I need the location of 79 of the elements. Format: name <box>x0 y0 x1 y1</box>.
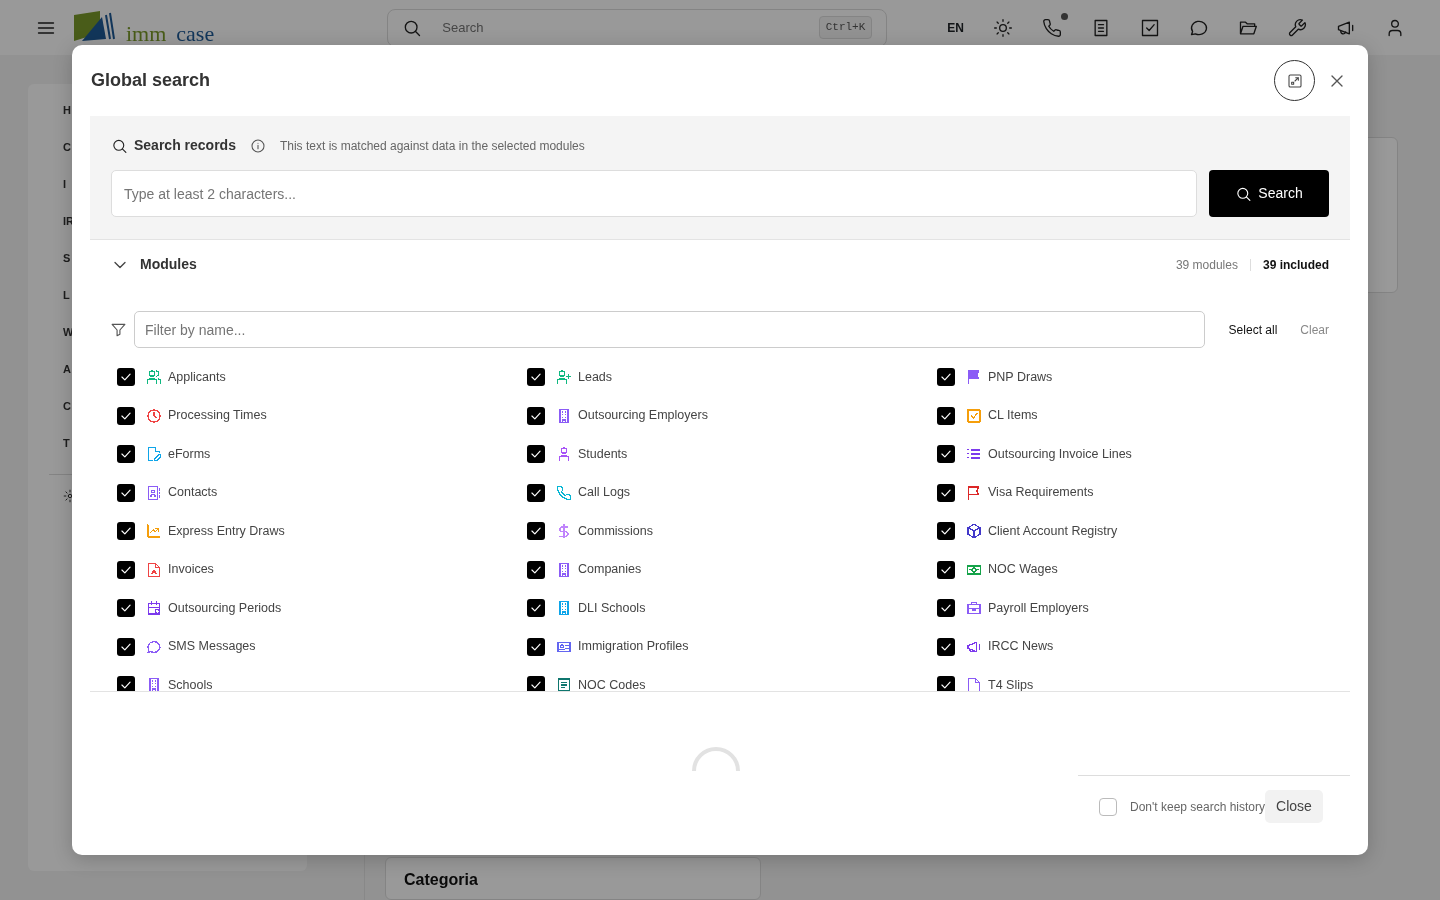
module-label[interactable]: Visa Requirements <box>988 483 1094 502</box>
dialog-title: Global search <box>91 69 211 92</box>
hint-text: This text is matched against data in the selected modules <box>279 137 585 155</box>
module-label[interactable]: T4 Slips <box>988 675 1034 691</box>
checkbox[interactable] <box>937 676 955 691</box>
checkbox[interactable] <box>117 406 135 425</box>
search-input[interactable]: Search <box>440 16 801 39</box>
checkbox[interactable] <box>527 483 545 502</box>
module-label[interactable]: Commissions <box>578 521 653 541</box>
checkbox[interactable] <box>117 483 135 502</box>
module-label[interactable]: NOC Codes <box>578 675 646 691</box>
module-label[interactable]: Schools <box>168 675 213 691</box>
checkbox[interactable] <box>1099 797 1117 816</box>
checkbox[interactable] <box>117 599 135 617</box>
language-button[interactable]: EN <box>947 18 964 37</box>
checkbox[interactable] <box>937 368 955 386</box>
section-label: Search records <box>134 136 236 155</box>
module-label[interactable]: Students <box>578 444 628 464</box>
module-label[interactable]: Invoices <box>168 560 214 579</box>
logo-text: imm <box>126 22 167 45</box>
checkbox[interactable] <box>117 445 135 463</box>
module-label[interactable]: Client Account Registry <box>988 521 1118 541</box>
search-button[interactable]: Search <box>1209 170 1329 217</box>
checkbox[interactable] <box>527 522 545 540</box>
checkbox[interactable] <box>117 560 135 579</box>
checkbox-label: Don't keep search history <box>1130 798 1266 816</box>
module-label[interactable]: DLI Schools <box>578 598 646 618</box>
module-label[interactable]: Processing Times <box>168 406 267 425</box>
checkbox[interactable] <box>937 406 955 425</box>
checkbox[interactable] <box>937 637 955 656</box>
clear-button[interactable]: Clear <box>1300 320 1329 339</box>
logo-text: case <box>176 22 215 45</box>
module-label[interactable]: Immigration Profiles <box>578 637 689 656</box>
module-label[interactable]: Express Entry Draws <box>168 521 285 541</box>
shortcut-hint: Ctrl+K <box>818 16 873 39</box>
checkbox[interactable] <box>527 676 545 691</box>
close-button[interactable]: Close <box>1265 790 1323 823</box>
expand-button[interactable] <box>1274 60 1315 101</box>
module-label[interactable]: Outsourcing Invoice Lines <box>988 444 1132 464</box>
module-label[interactable]: Leads <box>578 367 613 387</box>
checkbox[interactable] <box>527 368 545 386</box>
checkbox[interactable] <box>117 637 135 656</box>
checkbox[interactable] <box>117 522 135 540</box>
module-label[interactable]: NOC Wages <box>988 560 1058 579</box>
checkbox[interactable] <box>937 560 955 579</box>
checkbox[interactable] <box>527 445 545 463</box>
module-label[interactable]: Outsourcing Employers <box>578 406 708 425</box>
module-label[interactable]: Payroll Employers <box>988 598 1089 618</box>
module-label[interactable]: IRCC News <box>988 637 1054 656</box>
module-count: 39 modules <box>1175 256 1238 274</box>
card-title: Categoria <box>404 870 479 890</box>
module-label[interactable]: SMS Messages <box>168 637 256 656</box>
module-label[interactable]: CL Items <box>988 406 1038 425</box>
checkbox[interactable] <box>527 637 545 656</box>
checkbox[interactable] <box>937 522 955 540</box>
checkbox[interactable] <box>117 368 135 386</box>
checkbox[interactable] <box>937 445 955 463</box>
included-count: 39 included <box>1262 256 1329 274</box>
theme-icon[interactable] <box>993 17 1013 38</box>
search-input[interactable]: Type at least 2 characters... <box>111 170 1197 217</box>
select-all-button[interactable]: Select all <box>1228 320 1278 339</box>
module-label[interactable]: Call Logs <box>578 483 631 502</box>
filter-input[interactable]: Filter by name... <box>134 311 1205 348</box>
checkbox[interactable] <box>937 483 955 502</box>
module-label[interactable]: eForms <box>168 444 211 464</box>
checkbox[interactable] <box>527 560 545 579</box>
tasks-icon[interactable] <box>1140 17 1160 38</box>
phone-icon[interactable] <box>1042 17 1062 38</box>
wrench-icon[interactable] <box>1287 17 1307 38</box>
checkbox[interactable] <box>937 599 955 617</box>
checkbox[interactable] <box>117 676 135 691</box>
module-label[interactable]: Contacts <box>168 483 218 502</box>
section-title: Modules <box>140 255 197 274</box>
checkbox[interactable] <box>527 406 545 425</box>
module-label[interactable]: Companies <box>578 560 642 579</box>
checkbox[interactable] <box>527 599 545 617</box>
module-label[interactable]: Outsourcing Periods <box>168 598 282 618</box>
module-label[interactable]: Applicants <box>168 367 226 387</box>
module-label[interactable]: PNP Draws <box>988 367 1053 387</box>
